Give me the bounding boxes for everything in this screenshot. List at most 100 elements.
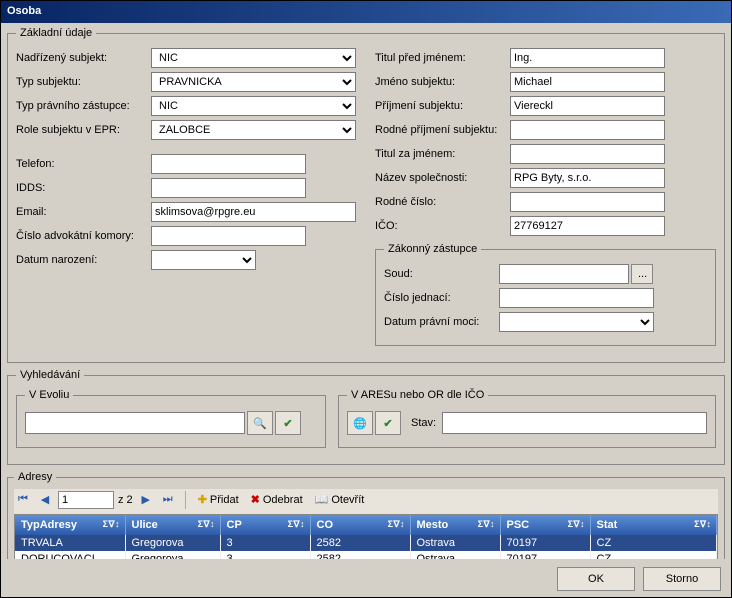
ok-button[interactable]: OK	[557, 567, 635, 591]
next-icon: ▶	[141, 493, 149, 506]
title-bar[interactable]: Osoba	[1, 1, 731, 23]
page-total: z 2	[118, 494, 133, 506]
label-telefon: Telefon:	[16, 158, 151, 170]
input-titulza[interactable]	[510, 144, 665, 164]
select-nadrizeny[interactable]: NIC	[151, 48, 356, 68]
label-rodneprijmeni: Rodné příjmení subjektu:	[375, 124, 510, 136]
label-soud: Soud:	[384, 268, 499, 280]
input-jmeno[interactable]	[510, 72, 665, 92]
label-email: Email:	[16, 206, 151, 218]
content-area: Základní údaje Nadřízený subjekt:NIC Typ…	[1, 23, 731, 559]
select-datumpravnimoci[interactable]	[499, 312, 654, 332]
addresses-legend: Adresy	[14, 471, 56, 483]
label-titulpred: Titul před jménem:	[375, 52, 510, 64]
add-label: Přidat	[210, 494, 239, 506]
ares-group: V ARESu nebo OR dle IČO 🌐 ✔ Stav:	[338, 389, 716, 448]
input-nazevspol[interactable]	[510, 168, 665, 188]
th-mesto[interactable]: MestoΣ ∇ ↕	[410, 515, 500, 535]
last-icon: ⏭	[163, 493, 173, 506]
select-narozeni[interactable]	[151, 250, 256, 270]
x-icon: ✖	[251, 493, 260, 506]
address-nav-toolbar: ⏮ ◀ z 2 ▶ ⏭ ✚Přidat ✖Odebrat 📖Otevřít	[14, 489, 718, 515]
nav-prev-button[interactable]: ◀	[36, 491, 54, 509]
input-ico[interactable]	[510, 216, 665, 236]
nav-next-button[interactable]: ▶	[137, 491, 155, 509]
page-input[interactable]	[58, 491, 114, 509]
select-typpravniho[interactable]: NIC	[151, 96, 356, 116]
input-cak[interactable]	[151, 226, 306, 246]
input-email[interactable]	[151, 202, 356, 222]
table-row[interactable]: TRVALAGregorova32582Ostrava70197CZ	[15, 535, 717, 551]
basic-info-legend: Základní údaje	[16, 27, 96, 39]
input-evoliu-search[interactable]	[25, 412, 245, 434]
label-rodnecislo: Rodné číslo:	[375, 196, 510, 208]
label-typpravniho: Typ právního zástupce:	[16, 100, 151, 112]
address-table-wrap[interactable]: TypAdresyΣ ∇ ↕ UliceΣ ∇ ↕ CPΣ ∇ ↕ COΣ ∇ …	[14, 515, 718, 559]
remove-button[interactable]: ✖Odebrat	[247, 493, 307, 506]
input-cislojednaci[interactable]	[499, 288, 654, 308]
input-stav[interactable]	[442, 412, 707, 434]
plus-icon: ✚	[198, 493, 207, 506]
search-group: Vyhledávání V Evoliu 🔍 ✔ V ARESu nebo OR…	[7, 369, 725, 465]
storno-button[interactable]: Storno	[643, 567, 721, 591]
input-idds[interactable]	[151, 178, 306, 198]
address-table: TypAdresyΣ ∇ ↕ UliceΣ ∇ ↕ CPΣ ∇ ↕ COΣ ∇ …	[15, 515, 717, 559]
label-idds: IDDS:	[16, 182, 151, 194]
nav-last-button[interactable]: ⏭	[159, 491, 177, 509]
first-icon: ⏮	[18, 493, 28, 506]
check-icon: ✔	[383, 417, 392, 430]
input-prijmeni[interactable]	[510, 96, 665, 116]
globe-icon: 🌐	[353, 417, 367, 430]
ares-legend: V ARESu nebo OR dle IČO	[347, 389, 488, 401]
nav-first-button[interactable]: ⏮	[14, 491, 32, 509]
label-titulza: Titul za jménem:	[375, 148, 510, 160]
evoliu-legend: V Evoliu	[25, 389, 73, 401]
input-rodneprijmeni[interactable]	[510, 120, 665, 140]
ares-confirm-button[interactable]: ✔	[375, 411, 401, 435]
label-nazevspol: Název společnosti:	[375, 172, 510, 184]
prev-icon: ◀	[41, 493, 49, 506]
remove-label: Odebrat	[263, 494, 303, 506]
th-cp[interactable]: CPΣ ∇ ↕	[220, 515, 310, 535]
check-icon: ✔	[283, 417, 292, 430]
input-soud[interactable]	[499, 264, 629, 284]
label-nadrizeny: Nadřízený subjekt:	[16, 52, 151, 64]
browse-soud-button[interactable]: ...	[631, 264, 653, 284]
label-cislojednaci: Číslo jednací:	[384, 292, 499, 304]
legal-rep-group: Zákonný zástupce Soud:... Číslo jednací:…	[375, 243, 716, 346]
open-icon: 📖	[315, 493, 329, 506]
open-button[interactable]: 📖Otevřít	[311, 493, 369, 506]
magnifier-icon: 🔍	[253, 417, 267, 430]
add-button[interactable]: ✚Přidat	[194, 493, 243, 506]
table-row[interactable]: DORUCOVACIGregorova32582Ostrava70197CZ	[15, 551, 717, 559]
th-typ[interactable]: TypAdresyΣ ∇ ↕	[15, 515, 125, 535]
label-narozeni: Datum narození:	[16, 254, 151, 266]
th-stat[interactable]: StatΣ ∇ ↕	[590, 515, 717, 535]
label-cak: Číslo advokátní komory:	[16, 230, 151, 242]
input-rodnecislo[interactable]	[510, 192, 665, 212]
person-dialog: Osoba Základní údaje Nadřízený subjekt:N…	[0, 0, 732, 598]
confirm-evoliu-button[interactable]: ✔	[275, 411, 301, 435]
th-psc[interactable]: PSCΣ ∇ ↕	[500, 515, 590, 535]
label-jmeno: Jméno subjektu:	[375, 76, 510, 88]
search-button[interactable]: 🔍	[247, 411, 273, 435]
addresses-group: Adresy ⏮ ◀ z 2 ▶ ⏭ ✚Přidat ✖Odebrat 📖Ote…	[7, 471, 725, 559]
select-typsubjektu[interactable]: PRAVNICKA	[151, 72, 356, 92]
dialog-footer: OK Storno	[1, 559, 731, 597]
label-typsubjektu: Typ subjektu:	[16, 76, 151, 88]
open-label: Otevřít	[331, 494, 364, 506]
label-prijmeni: Příjmení subjektu:	[375, 100, 510, 112]
select-role[interactable]: ZALOBCE	[151, 120, 356, 140]
legal-rep-legend: Zákonný zástupce	[384, 243, 481, 255]
input-titulpred[interactable]	[510, 48, 665, 68]
search-legend: Vyhledávání	[16, 369, 84, 381]
label-datumpravnimoci: Datum právní moci:	[384, 316, 499, 328]
label-ico: IČO:	[375, 220, 510, 232]
ares-web-button[interactable]: 🌐	[347, 411, 373, 435]
label-role: Role subjektu v EPR:	[16, 124, 151, 136]
th-ulice[interactable]: UliceΣ ∇ ↕	[125, 515, 220, 535]
basic-info-group: Základní údaje Nadřízený subjekt:NIC Typ…	[7, 27, 725, 363]
evoliu-group: V Evoliu 🔍 ✔	[16, 389, 326, 448]
th-co[interactable]: COΣ ∇ ↕	[310, 515, 410, 535]
input-telefon[interactable]	[151, 154, 306, 174]
